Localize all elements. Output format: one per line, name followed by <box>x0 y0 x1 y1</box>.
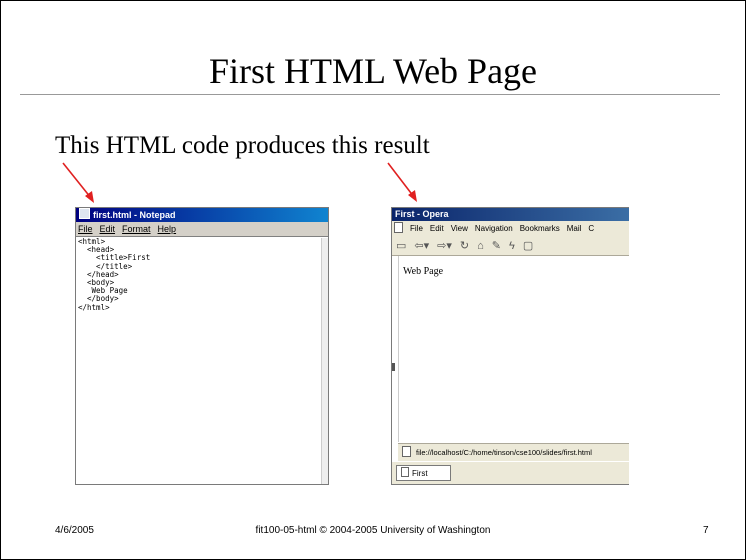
opera-menubar: File Edit View Navigation Bookmarks Mail C <box>392 221 629 237</box>
open-icon[interactable]: ▭ <box>396 240 406 252</box>
opera-tab-bar: First <box>392 462 629 484</box>
arrow-to-code <box>62 162 94 203</box>
opera-menu-file[interactable]: File <box>410 224 423 233</box>
save-icon[interactable]: ▢ <box>523 240 533 252</box>
page-icon <box>402 446 411 457</box>
tab-first[interactable]: First <box>396 465 451 481</box>
title-divider <box>20 94 720 95</box>
opera-menu-mail[interactable]: Mail <box>567 224 582 233</box>
footer-center: fit100-05-html © 2004-2005 University of… <box>255 525 491 536</box>
menu-format[interactable]: Format <box>122 224 151 234</box>
notepad-scrollbar[interactable] <box>321 238 328 484</box>
address-text: file://localhost/C:/home/tinson/cse100/s… <box>416 448 592 457</box>
hotlist-icon[interactable]: ϟ <box>509 240 515 252</box>
notepad-icon <box>79 208 90 219</box>
footer-page-number: 7 <box>703 525 709 536</box>
opera-page-content: Web Page <box>398 256 629 442</box>
opera-toolbar: ▭ ⇦▾ ⇨▾ ↻ ⌂ ✎ ϟ ▢ <box>392 237 629 256</box>
opera-address-bar[interactable]: file://localhost/C:/home/tinson/cse100/s… <box>398 443 629 461</box>
arrow-to-result <box>387 162 417 202</box>
opera-menu-more[interactable]: C <box>588 224 594 233</box>
notepad-titlebar[interactable]: first.html - Notepad <box>76 208 328 222</box>
panel-toggle-handle[interactable] <box>392 363 395 371</box>
tab-page-icon <box>401 467 409 477</box>
opera-menu-edit[interactable]: Edit <box>430 224 444 233</box>
menu-help[interactable]: Help <box>158 224 177 234</box>
notepad-text-area[interactable]: <html> <head> <title>First </title> </he… <box>76 237 328 312</box>
notepad-title: first.html - Notepad <box>93 210 176 220</box>
opera-page-icon <box>394 222 403 233</box>
notepad-window: first.html - Notepad File Edit Format Help … <box>75 207 329 485</box>
menu-edit[interactable]: Edit <box>100 224 116 234</box>
opera-menu-view[interactable]: View <box>451 224 468 233</box>
reload-icon[interactable]: ↻ <box>460 240 469 252</box>
page-text: Web Page <box>403 266 444 277</box>
search-icon[interactable]: ✎ <box>492 240 501 252</box>
slide-body-text: This HTML code produces this result <box>55 132 430 159</box>
opera-menu-bookmarks[interactable]: Bookmarks <box>520 224 560 233</box>
notepad-menubar: File Edit Format Help <box>76 222 328 237</box>
tab-label: First <box>412 469 428 478</box>
slide-title: First HTML Web Page <box>208 51 538 91</box>
menu-file[interactable]: File <box>78 224 93 234</box>
home-icon[interactable]: ⌂ <box>477 240 484 252</box>
opera-window: First - Opera File Edit View Navigation Book… <box>391 207 629 485</box>
opera-title: First - Opera <box>395 209 449 219</box>
back-icon[interactable]: ⇦▾ <box>414 240 429 252</box>
forward-icon[interactable]: ⇨▾ <box>437 240 452 252</box>
opera-titlebar[interactable]: First - Opera <box>392 208 629 221</box>
opera-menu-navigation[interactable]: Navigation <box>475 224 513 233</box>
